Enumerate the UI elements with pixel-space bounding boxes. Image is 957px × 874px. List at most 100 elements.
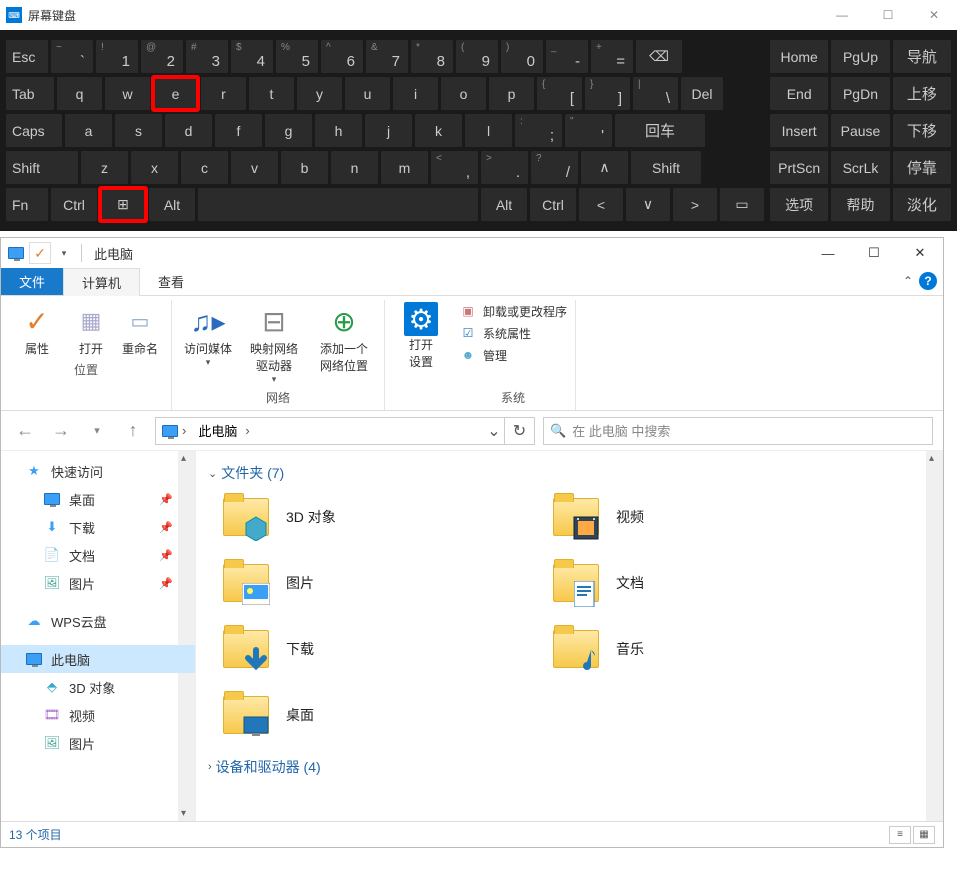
- key-⌫[interactable]: ⌫: [636, 40, 682, 73]
- explorer-maximize-button[interactable]: ☐: [851, 238, 897, 268]
- sidebar-3dobjects[interactable]: ⬘ 3D 对象: [1, 673, 195, 701]
- osk-maximize-button[interactable]: ☐: [865, 0, 911, 30]
- nav-up-button[interactable]: ↑: [119, 417, 147, 445]
- folder-音乐[interactable]: 音乐: [550, 625, 870, 673]
- sidebar-downloads[interactable]: ⬇ 下载📌: [1, 513, 195, 541]
- qat-properties-icon[interactable]: ✓: [29, 242, 51, 264]
- folder-文档[interactable]: 文档: [550, 559, 870, 607]
- ribbon-uninstall[interactable]: ▣ 卸载或更改程序: [459, 302, 567, 320]
- key-8[interactable]: *8: [411, 40, 453, 73]
- key-y[interactable]: y: [297, 77, 342, 110]
- search-field[interactable]: 🔍 在 此电脑 中搜索: [543, 417, 933, 445]
- sidebar-wps[interactable]: ☁ WPS云盘: [1, 607, 195, 635]
- osk-minimize-button[interactable]: —: [819, 0, 865, 30]
- address-field[interactable]: › 此电脑› ⌄: [155, 417, 505, 445]
- group-header-folders[interactable]: ⌄ 文件夹 (7): [208, 463, 931, 483]
- sidebar-documents[interactable]: 📄 文档📌: [1, 541, 195, 569]
- nav-forward-button[interactable]: →: [47, 417, 75, 445]
- key-Fn[interactable]: Fn: [6, 188, 48, 221]
- ribbon-sysprops[interactable]: ☑ 系统属性: [459, 324, 567, 342]
- key-h[interactable]: h: [315, 114, 362, 147]
- key-i[interactable]: i: [393, 77, 438, 110]
- key-选项[interactable]: 选项: [770, 188, 828, 221]
- osk-close-button[interactable]: ✕: [911, 0, 957, 30]
- key-m[interactable]: m: [381, 151, 428, 184]
- key-7[interactable]: &7: [366, 40, 408, 73]
- key-Home[interactable]: Home: [770, 40, 828, 73]
- key-下移[interactable]: 下移: [893, 114, 951, 147]
- sidebar-videos[interactable]: 🎞 视频: [1, 701, 195, 729]
- key-x[interactable]: x: [131, 151, 178, 184]
- ribbon-manage[interactable]: ☻ 管理: [459, 346, 567, 364]
- key-d[interactable]: d: [165, 114, 212, 147]
- key-Caps[interactable]: Caps: [6, 114, 62, 147]
- key-p[interactable]: p: [489, 77, 534, 110]
- key-Tab[interactable]: Tab: [6, 77, 54, 110]
- key-∨[interactable]: ∨: [626, 188, 670, 221]
- key-Shift[interactable]: Shift: [6, 151, 78, 184]
- explorer-minimize-button[interactable]: —: [805, 238, 851, 268]
- ribbon-open[interactable]: ▦ 打开: [71, 302, 111, 357]
- key-n[interactable]: n: [331, 151, 378, 184]
- sidebar-thispc[interactable]: 此电脑: [1, 645, 195, 673]
- ribbon-rename[interactable]: ▭ 重命名: [117, 302, 163, 357]
- tab-view[interactable]: 查看: [140, 268, 202, 295]
- key-6[interactable]: ^6: [321, 40, 363, 73]
- key-c[interactable]: c: [181, 151, 228, 184]
- key-.[interactable]: >.: [481, 151, 528, 184]
- key-k[interactable]: k: [415, 114, 462, 147]
- key-⊞[interactable]: ⊞: [100, 188, 146, 221]
- key-PgUp[interactable]: PgUp: [831, 40, 889, 73]
- help-icon[interactable]: ?: [919, 272, 937, 290]
- key-4[interactable]: $4: [231, 40, 273, 73]
- key-l[interactable]: l: [465, 114, 512, 147]
- key-;[interactable]: :;: [515, 114, 562, 147]
- key-导航[interactable]: 导航: [893, 40, 951, 73]
- key-blank[interactable]: [198, 188, 478, 221]
- sidebar-pictures[interactable]: 🖼 图片📌: [1, 569, 195, 597]
- view-details-button[interactable]: ≡: [889, 826, 911, 844]
- key-`[interactable]: ~`: [51, 40, 93, 73]
- folder-视频[interactable]: 视频: [550, 493, 870, 541]
- ribbon-properties[interactable]: ✓ 属性: [9, 302, 65, 357]
- key-Alt[interactable]: Alt: [481, 188, 527, 221]
- key-z[interactable]: z: [81, 151, 128, 184]
- key-Del[interactable]: Del: [681, 77, 723, 110]
- key-,[interactable]: <,: [431, 151, 478, 184]
- key-/[interactable]: ?/: [531, 151, 578, 184]
- key-'[interactable]: "': [565, 114, 612, 147]
- ribbon-map-drive[interactable]: ⊟ 映射网络 驱动器 ▾: [242, 302, 306, 385]
- folder-桌面[interactable]: 桌面: [220, 691, 540, 739]
- key-2[interactable]: @2: [141, 40, 183, 73]
- content-scrollbar[interactable]: [926, 451, 943, 821]
- sidebar-desktop[interactable]: 桌面📌: [1, 485, 195, 513]
- key-[[interactable]: {[: [537, 77, 582, 110]
- key-Insert[interactable]: Insert: [770, 114, 828, 147]
- tab-computer[interactable]: 计算机: [63, 268, 140, 296]
- address-dropdown[interactable]: ⌄: [484, 421, 504, 441]
- group-header-devices[interactable]: › 设备和驱动器 (4): [208, 757, 931, 777]
- key--[interactable]: _-: [546, 40, 588, 73]
- key-ScrLk[interactable]: ScrLk: [831, 151, 889, 184]
- ribbon-open-settings[interactable]: ⚙ 打开 设置: [393, 302, 449, 370]
- key-1[interactable]: !1: [96, 40, 138, 73]
- key-Shift[interactable]: Shift: [631, 151, 701, 184]
- key-o[interactable]: o: [441, 77, 486, 110]
- key->[interactable]: >: [673, 188, 717, 221]
- sidebar-pictures2[interactable]: 🖼 图片: [1, 729, 195, 757]
- key-e[interactable]: e: [153, 77, 198, 110]
- folder-下载[interactable]: 下载: [220, 625, 540, 673]
- key-][interactable]: }]: [585, 77, 630, 110]
- key-回车[interactable]: 回车: [615, 114, 705, 147]
- key-\[interactable]: |\: [633, 77, 678, 110]
- refresh-button[interactable]: ↻: [505, 417, 535, 445]
- nav-recent-button[interactable]: ▾: [83, 417, 111, 445]
- key-<[interactable]: <: [579, 188, 623, 221]
- key-Esc[interactable]: Esc: [6, 40, 48, 73]
- key-帮助[interactable]: 帮助: [831, 188, 889, 221]
- key-Ctrl[interactable]: Ctrl: [51, 188, 97, 221]
- ribbon-media[interactable]: ♫▸ 访问媒体 ▾: [180, 302, 236, 368]
- key-3[interactable]: #3: [186, 40, 228, 73]
- key-j[interactable]: j: [365, 114, 412, 147]
- key-q[interactable]: q: [57, 77, 102, 110]
